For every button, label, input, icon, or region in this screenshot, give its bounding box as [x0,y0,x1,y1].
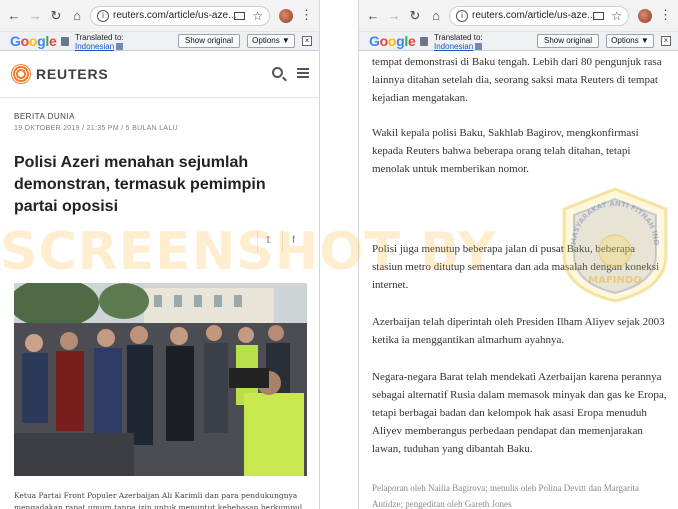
site-info-icon[interactable]: i [97,10,109,22]
language-value: Indonesian [75,42,115,51]
reuters-header: REUTERS [0,52,319,98]
photo-caption: Ketua Partai Front Populer Azerbaijan Al… [14,491,303,509]
lock-icon [420,37,428,46]
profile-avatar[interactable] [279,9,293,23]
google-logo: Google [10,33,57,49]
translated-to-label: Translated to: [434,33,483,42]
reuters-logo-icon[interactable] [11,64,31,84]
translate-bar: Google Translated to: Indonesian Show or… [359,32,678,51]
reload-icon[interactable]: ↻ [407,8,423,24]
screenshot-watermark: SCREENSHOT BY [0,222,497,282]
browser-menu-icon[interactable]: ⋮ [659,7,672,23]
site-name[interactable]: REUTERS [36,66,109,82]
search-icon[interactable] [272,67,283,78]
close-translate-icon[interactable]: × [661,36,671,46]
article-date: 19 OKTOBER 2019 / 21:35 PM / 5 BULAN LAL… [14,125,178,132]
url-text: reuters.com/article/us-aze... [472,10,596,21]
article-credit: Pelaporan oleh Nailia Bagirova; menulis … [372,483,640,509]
language-select[interactable]: Indonesian [75,42,124,51]
address-bar[interactable]: i reuters.com/article/us-aze... ☆ [449,6,629,26]
forward-arrow-icon[interactable]: → [27,8,43,24]
hamburger-menu-icon[interactable] [297,68,309,78]
cast-icon[interactable] [593,12,604,20]
browser-toolbar: ← → ↻ ⌂ i reuters.com/article/us-aze... … [359,0,678,32]
options-button[interactable]: Options ▼ [606,34,654,48]
back-arrow-icon[interactable]: ← [6,8,22,24]
bookmark-star-icon[interactable]: ☆ [611,7,622,25]
language-value: Indonesian [434,42,474,51]
home-icon[interactable]: ⌂ [428,8,444,24]
bookmark-star-icon[interactable]: ☆ [252,7,263,25]
article-paragraph: Azerbaijan telah diperintah oleh Preside… [372,316,665,346]
lock-icon [61,37,69,46]
show-original-button[interactable]: Show original [537,34,599,48]
profile-avatar[interactable] [638,9,652,23]
forward-arrow-icon[interactable]: → [386,8,402,24]
url-text: reuters.com/article/us-aze... [113,10,237,21]
dropdown-icon [475,43,483,51]
section-label[interactable]: BERITA DUNIA [14,112,75,121]
back-arrow-icon[interactable]: ← [365,8,381,24]
translate-bar: Google Translated to: Indonesian Show or… [0,32,319,51]
article-headline: Polisi Azeri menahan sejumlah demonstran… [14,154,266,215]
cast-icon[interactable] [234,12,245,20]
article-paragraph: tempat demonstrasi di Baku tengah. Lebih… [372,56,662,104]
article-photo [14,283,307,476]
dropdown-icon [116,43,124,51]
site-info-icon[interactable]: i [456,10,468,22]
browser-toolbar: ← → ↻ ⌂ i reuters.com/article/us-aze... … [0,0,319,32]
options-button[interactable]: Options ▼ [247,34,295,48]
reload-icon[interactable]: ↻ [48,8,64,24]
show-original-button[interactable]: Show original [178,34,240,48]
mafindo-stamp: MASYARAKAT ANTI FITNAH INDONESIA MAFINDO [553,179,674,305]
address-bar[interactable]: i reuters.com/article/us-aze... ☆ [90,6,270,26]
svg-text:MAFINDO: MAFINDO [588,275,641,286]
close-translate-icon[interactable]: × [302,36,312,46]
translated-to-label: Translated to: [75,33,124,42]
article-paragraph: Negara-negara Barat telah mendekati Azer… [372,371,667,455]
home-icon[interactable]: ⌂ [69,8,85,24]
browser-menu-icon[interactable]: ⋮ [300,7,313,23]
google-logo: Google [369,33,416,49]
language-select[interactable]: Indonesian [434,42,483,51]
article-paragraph: Wakil kepala polisi Baku, Sakhlab Bagiro… [372,127,639,175]
